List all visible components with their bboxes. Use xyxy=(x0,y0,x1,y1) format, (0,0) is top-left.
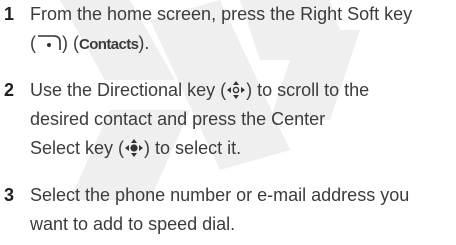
step-text: Use the Directional key ( ) to scroll to… xyxy=(30,76,454,163)
step-line: want to add to speed dial. xyxy=(30,214,236,234)
contacts-label: Contacts xyxy=(79,36,139,53)
text-segment: ) to select it. xyxy=(144,138,242,158)
right-soft-key-icon xyxy=(38,35,61,50)
step-number: 2 xyxy=(4,80,15,100)
step-line: Select key ( ) to select it. xyxy=(30,134,454,163)
paren-end: ). xyxy=(138,33,150,53)
step-1: 1 From the home screen, press the Right … xyxy=(0,0,456,58)
center-select-key-icon xyxy=(125,139,144,157)
step-text: From the home screen, press the Right So… xyxy=(30,0,454,58)
step-line: desired contact and press the Center xyxy=(30,109,326,129)
paren-close: ) xyxy=(62,33,68,53)
step-line: From the home screen, press the Right So… xyxy=(30,4,413,24)
step-number: 3 xyxy=(4,185,15,205)
text-segment: Use the Directional key ( xyxy=(30,80,227,100)
step-line: Use the Directional key ( ) to scroll to… xyxy=(30,76,454,105)
text-segment: Select key ( xyxy=(30,138,125,158)
step-3: 3 Select the phone number or e-mail addr… xyxy=(0,181,456,239)
step-text: Select the phone number or e-mail addres… xyxy=(30,181,454,239)
directional-key-icon xyxy=(227,81,246,99)
step-line: ( ) (Contacts). xyxy=(30,29,454,58)
step-number: 1 xyxy=(4,4,15,24)
step-2: 2 Use the Directional key ( ) to scroll … xyxy=(0,76,456,163)
step-line: Select the phone number or e-mail addres… xyxy=(30,185,410,205)
text-segment: ) to scroll to the xyxy=(246,80,370,100)
